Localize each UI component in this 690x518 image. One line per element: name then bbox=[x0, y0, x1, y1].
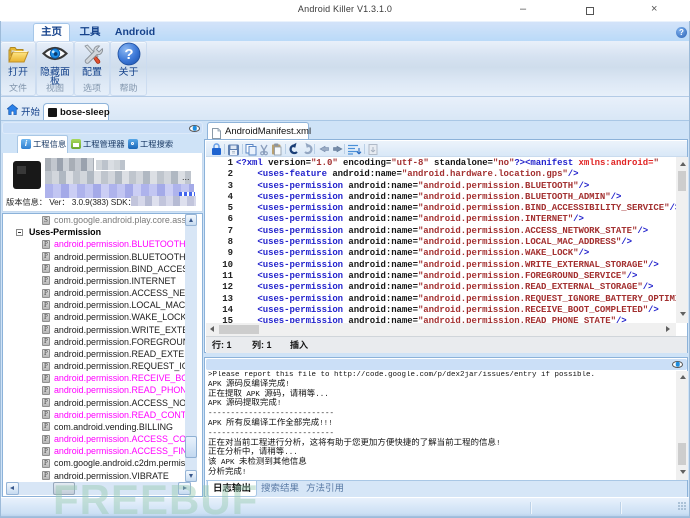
svg-text:?: ? bbox=[124, 46, 133, 63]
